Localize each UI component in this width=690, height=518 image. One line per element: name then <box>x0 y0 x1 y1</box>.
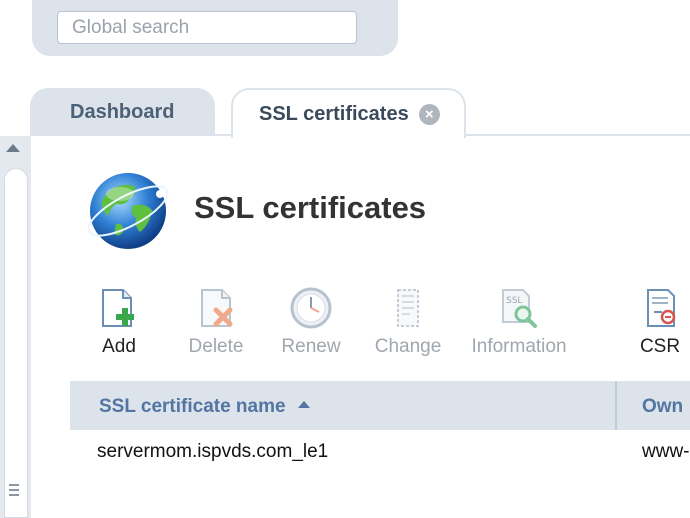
add-button[interactable]: Add <box>96 286 142 358</box>
scrollbar-thumb[interactable] <box>4 168 28 518</box>
delete-button[interactable]: Delete <box>184 286 248 358</box>
column-header-name-label: SSL certificate name <box>99 396 286 417</box>
change-label: Change <box>374 336 442 357</box>
column-separator[interactable] <box>615 381 617 430</box>
resize-grip-icon[interactable] <box>9 484 19 498</box>
information-label: Information <box>471 336 567 357</box>
delete-label: Delete <box>188 336 244 357</box>
csr-label: CSR <box>639 336 681 357</box>
page-title: SSL certificates <box>194 190 427 225</box>
cell-certificate-name: servermom.ispvds.com_le1 <box>97 441 329 462</box>
csr-document-icon <box>647 289 676 327</box>
column-header-name[interactable]: SSL certificate name <box>99 396 310 418</box>
global-search-input[interactable] <box>57 11 357 44</box>
tab-dashboard-label: Dashboard <box>70 100 175 123</box>
add-document-icon <box>102 289 134 327</box>
tab-dashboard[interactable]: Dashboard <box>30 88 215 136</box>
info-search-icon: SSL <box>502 289 537 328</box>
information-button[interactable]: SSL Information <box>466 286 572 358</box>
globe-icon <box>87 173 169 249</box>
column-header-owner[interactable]: Own <box>642 396 683 418</box>
delete-document-icon <box>201 289 233 327</box>
csr-button[interactable]: CSR <box>636 286 684 358</box>
renew-button[interactable]: Renew <box>277 286 345 358</box>
renew-label: Renew <box>281 336 341 357</box>
cell-owner: www- <box>642 441 690 462</box>
tab-ssl-certificates[interactable]: SSL certificates × <box>231 88 466 138</box>
clock-icon <box>290 287 332 329</box>
add-label: Add <box>102 336 136 357</box>
edit-document-icon <box>397 289 419 327</box>
scroll-up-icon[interactable] <box>6 144 20 152</box>
svg-text:SSL: SSL <box>506 296 522 306</box>
close-icon[interactable]: × <box>418 103 440 125</box>
sort-ascending-icon <box>297 401 310 409</box>
change-button[interactable]: Change <box>370 286 446 358</box>
tab-ssl-label: SSL certificates <box>259 102 409 125</box>
